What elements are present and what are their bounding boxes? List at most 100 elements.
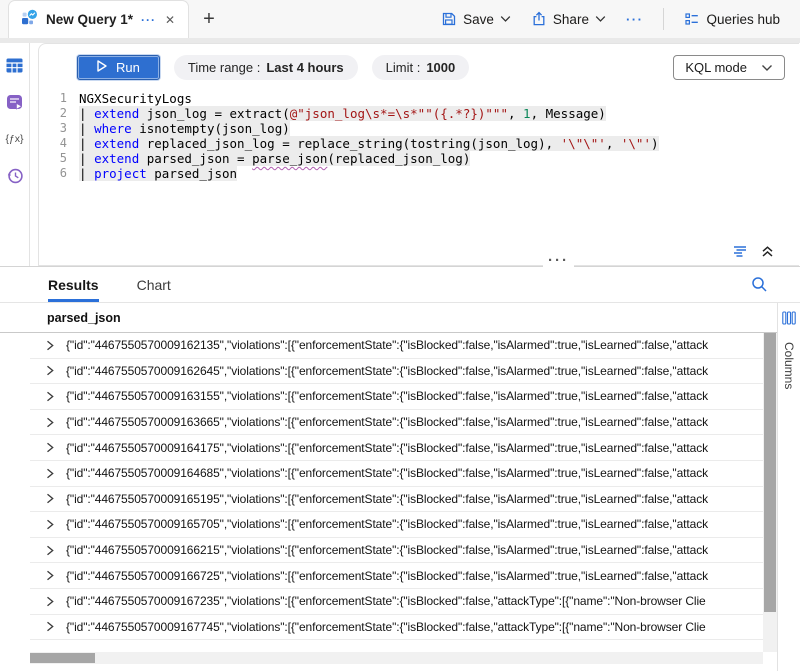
results-tabbar: Results Chart — [0, 267, 800, 303]
share-label: Share — [553, 12, 589, 27]
query-tab[interactable]: New Query 1* ··· ✕ — [8, 0, 189, 38]
columns-panel-toggle[interactable]: Columns — [777, 303, 800, 671]
row-json-text: {"id":"4467550570009167745","violations"… — [66, 620, 706, 634]
horizontal-scrollbar-thumb[interactable] — [30, 653, 95, 663]
tab-close-icon[interactable]: ✕ — [164, 13, 176, 27]
save-icon — [441, 11, 457, 27]
table-row[interactable]: {"id":"4467550570009164685","violations"… — [30, 461, 763, 487]
table-row[interactable]: {"id":"4467550570009162135","violations"… — [30, 333, 763, 359]
row-json-text: {"id":"4467550570009166215","violations"… — [66, 543, 708, 557]
query-history-icon[interactable] — [5, 166, 25, 186]
tab-chart[interactable]: Chart — [137, 267, 171, 302]
columns-icon — [782, 311, 796, 330]
row-json-text: {"id":"4467550570009162135","violations"… — [66, 338, 708, 352]
line-number: 6 — [39, 166, 79, 181]
grid-header-row[interactable]: parsed_json — [0, 303, 777, 333]
time-range-value: Last 4 hours — [266, 60, 343, 75]
line-number: 5 — [39, 151, 79, 166]
table-row[interactable]: {"id":"4467550570009167745","violations"… — [30, 615, 763, 641]
limit-value: 1000 — [426, 60, 455, 75]
new-tab-button[interactable]: + — [189, 9, 229, 29]
code-line[interactable]: 1NGXSecurityLogs — [39, 91, 799, 106]
run-label: Run — [116, 60, 140, 75]
query-toolbar: Run Time range : Last 4 hours Limit : 10… — [39, 44, 799, 89]
expand-row-icon[interactable] — [45, 493, 55, 504]
table-row[interactable]: {"id":"4467550570009165195","violations"… — [30, 487, 763, 513]
collapse-editor-icon[interactable] — [761, 245, 774, 258]
expand-row-icon[interactable] — [45, 365, 55, 376]
code-line[interactable]: 5| extend parsed_json = parse_json(repla… — [39, 151, 799, 166]
code-text: | extend parsed_json = parse_json(replac… — [79, 151, 470, 166]
table-row[interactable]: {"id":"4467550570009166725","violations"… — [30, 563, 763, 589]
expand-row-icon[interactable] — [45, 391, 55, 402]
save-chevron-down-icon — [500, 15, 511, 23]
horizontal-scrollbar[interactable] — [30, 652, 763, 664]
line-number: 2 — [39, 106, 79, 121]
row-json-text: {"id":"4467550570009166725","violations"… — [66, 569, 708, 583]
line-number: 3 — [39, 121, 79, 136]
limit-picker[interactable]: Limit : 1000 — [372, 55, 470, 80]
expand-row-icon[interactable] — [45, 417, 55, 428]
table-row[interactable]: {"id":"4467550570009163155","violations"… — [30, 384, 763, 410]
play-icon — [97, 60, 107, 75]
row-json-text: {"id":"4467550570009167235","violations"… — [66, 594, 706, 608]
queries-hub-label: Queries hub — [706, 12, 780, 27]
more-actions-icon[interactable]: ··· — [620, 12, 650, 27]
results-body: parsed_json {"id":"4467550570009162135",… — [0, 303, 800, 671]
expand-row-icon[interactable] — [45, 570, 55, 581]
editor-corner-tools — [733, 245, 774, 258]
expand-row-icon[interactable] — [45, 596, 55, 607]
code-lines: 1NGXSecurityLogs2| extend json_log = ext… — [39, 91, 799, 181]
query-editor-panel: Run Time range : Last 4 hours Limit : 10… — [38, 43, 799, 266]
code-line[interactable]: 2| extend json_log = extract(@"json_log\… — [39, 106, 799, 121]
column-header-parsed-json[interactable]: parsed_json — [47, 311, 121, 325]
line-number: 4 — [39, 136, 79, 151]
expand-row-icon[interactable] — [45, 442, 55, 453]
columns-panel-label: Columns — [782, 342, 796, 389]
top-actions: Save Share ··· — [435, 0, 800, 38]
vertical-scrollbar-thumb[interactable] — [764, 333, 776, 612]
row-json-text: {"id":"4467550570009163665","violations"… — [66, 415, 708, 429]
results-rows: {"id":"4467550570009162135","violations"… — [30, 333, 763, 652]
app-window: New Query 1* ··· ✕ + Save — [0, 0, 800, 671]
query-mode-select[interactable]: KQL mode — [673, 55, 785, 80]
time-range-label: Time range : — [188, 60, 261, 75]
expand-row-icon[interactable] — [45, 340, 55, 351]
vertical-scrollbar[interactable] — [763, 333, 777, 652]
queries-hub-button[interactable]: Queries hub — [678, 7, 786, 31]
table-row[interactable]: {"id":"4467550570009166215","violations"… — [30, 538, 763, 564]
functions-icon[interactable]: {ƒx} — [5, 129, 25, 149]
code-line[interactable]: 3| where isnotempty(json_log) — [39, 121, 799, 136]
expand-row-icon[interactable] — [45, 519, 55, 530]
results-view-settings-icon[interactable] — [733, 245, 750, 258]
queryset-icon[interactable] — [5, 92, 25, 112]
tab-more-icon[interactable]: ··· — [141, 13, 156, 27]
search-icon[interactable] — [751, 276, 768, 298]
tables-icon[interactable] — [5, 55, 25, 75]
save-button[interactable]: Save — [435, 7, 517, 31]
share-icon — [531, 11, 547, 27]
share-button[interactable]: Share — [525, 7, 612, 31]
query-mode-value: KQL mode — [685, 60, 747, 75]
code-text: NGXSecurityLogs — [79, 91, 192, 106]
row-json-text: {"id":"4467550570009164685","violations"… — [66, 466, 708, 480]
share-chevron-down-icon — [595, 15, 606, 23]
time-range-picker[interactable]: Time range : Last 4 hours — [174, 55, 358, 80]
code-editor[interactable]: 1NGXSecurityLogs2| extend json_log = ext… — [39, 89, 799, 181]
tab-results[interactable]: Results — [48, 267, 99, 302]
table-row[interactable]: {"id":"4467550570009167235","violations"… — [30, 589, 763, 615]
table-row[interactable]: {"id":"4467550570009163665","violations"… — [30, 410, 763, 436]
code-line[interactable]: 6| project parsed_json — [39, 166, 799, 181]
table-row[interactable]: {"id":"4467550570009162645","violations"… — [30, 359, 763, 385]
expand-row-icon[interactable] — [45, 468, 55, 479]
row-json-text: {"id":"4467550570009165195","violations"… — [66, 492, 708, 506]
tab-title: New Query 1* — [46, 12, 133, 27]
expand-row-icon[interactable] — [45, 621, 55, 632]
line-number: 1 — [39, 91, 79, 106]
table-row[interactable]: {"id":"4467550570009164175","violations"… — [30, 435, 763, 461]
code-line[interactable]: 4| extend replaced_json_log = replace_st… — [39, 136, 799, 151]
table-row[interactable]: {"id":"4467550570009165705","violations"… — [30, 512, 763, 538]
run-button[interactable]: Run — [77, 55, 160, 80]
code-text: | extend json_log = extract(@"json_log\s… — [79, 106, 606, 121]
expand-row-icon[interactable] — [45, 545, 55, 556]
